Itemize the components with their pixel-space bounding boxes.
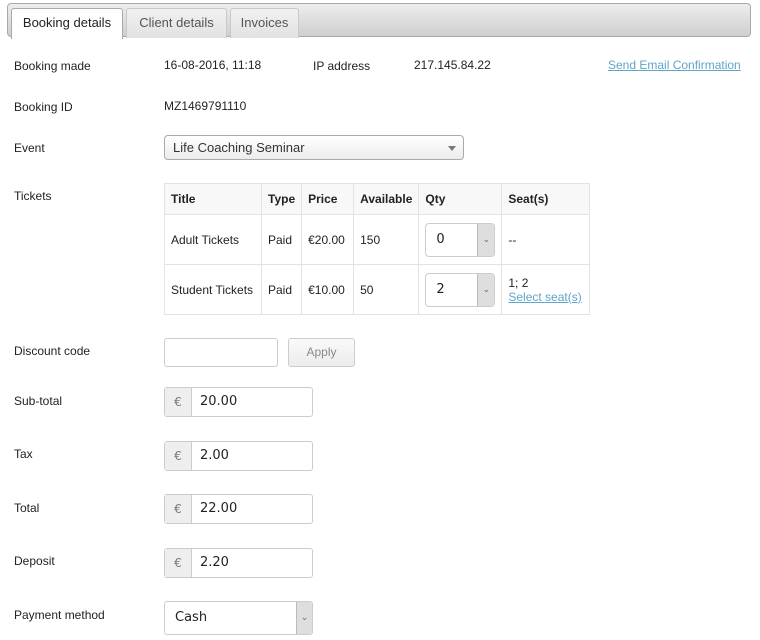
discount-code-label: Discount code [14, 344, 91, 358]
euro-icon: € [165, 549, 192, 577]
subtotal-label: Sub-total [14, 394, 63, 408]
ticket-seats: 1; 2 [508, 275, 529, 290]
column-header-seats: Seat(s) [501, 183, 591, 215]
tickets-table: Title Type Price Available Qty Seat(s) A… [164, 183, 591, 315]
ticket-title: Adult Tickets [164, 214, 262, 265]
apply-button[interactable]: Apply [288, 338, 355, 367]
tax-field[interactable]: € 2.00 [164, 441, 313, 471]
tax-label: Tax [14, 447, 33, 461]
subtotal-value: 20.00 [200, 394, 238, 409]
payment-method-label: Payment method [14, 608, 105, 622]
booking-id-value: MZ1469791110 [164, 99, 247, 113]
ticket-seats: -- [501, 214, 591, 265]
ticket-type: Paid [260, 264, 303, 315]
booking-id-label: Booking ID [14, 100, 73, 114]
euro-icon: € [165, 442, 192, 470]
column-header-type: Type [260, 183, 303, 215]
total-field[interactable]: € 22.00 [164, 494, 313, 524]
subtotal-field[interactable]: € 20.00 [164, 387, 313, 417]
chevron-down-icon[interactable]: ⌄ [477, 223, 495, 256]
tickets-label: Tickets [14, 189, 52, 203]
tickets-header-row: Title Type Price Available Qty Seat(s) [164, 183, 591, 215]
send-email-confirmation-link[interactable]: Send Email Confirmation [608, 58, 741, 72]
column-header-price: Price [301, 183, 355, 215]
column-header-title: Title [164, 183, 262, 215]
ticket-price: €20.00 [301, 214, 355, 265]
payment-method-value: Cash [175, 610, 208, 625]
table-row: Student Tickets Paid €10.00 50 2 ⌄ 1; 2 … [164, 264, 591, 315]
discount-code-input[interactable] [164, 338, 278, 367]
event-label: Event [14, 141, 45, 155]
tab-bar: Booking details Client details Invoices [7, 3, 751, 39]
caret-down-icon [448, 146, 456, 151]
ticket-title: Student Tickets [164, 264, 262, 315]
deposit-value: 2.20 [200, 555, 229, 570]
qty-value: 0 [436, 231, 445, 247]
ip-address-label: IP address [313, 59, 371, 73]
event-select[interactable]: Life Coaching Seminar [164, 135, 464, 160]
chevron-down-icon[interactable]: ⌄ [477, 273, 495, 306]
euro-icon: € [165, 495, 192, 523]
tax-value: 2.00 [200, 448, 229, 463]
total-label: Total [14, 501, 40, 515]
column-header-qty: Qty [418, 183, 503, 215]
tab-invoices[interactable]: Invoices [230, 8, 299, 38]
chevron-down-icon[interactable]: ⌄ [296, 602, 312, 634]
qty-value: 2 [436, 281, 445, 297]
select-seats-link[interactable]: Select seat(s) [508, 290, 583, 304]
ticket-available: 50 [353, 264, 420, 315]
booking-made-value: 16-08-2016, 11:18 [164, 58, 262, 72]
qty-select[interactable]: 0 ⌄ [425, 222, 496, 257]
table-row: Adult Tickets Paid €20.00 150 0 ⌄ -- [164, 214, 591, 265]
ip-address-value: 217.145.84.22 [414, 58, 491, 72]
payment-method-select[interactable]: Cash ⌄ [164, 601, 313, 635]
booking-made-label: Booking made [14, 59, 91, 73]
euro-icon: € [165, 388, 192, 416]
tab-client-details[interactable]: Client details [126, 8, 227, 38]
ticket-available: 150 [353, 214, 420, 265]
deposit-label: Deposit [14, 554, 55, 568]
ticket-price: €10.00 [301, 264, 355, 315]
ticket-type: Paid [260, 214, 303, 265]
tab-booking-details[interactable]: Booking details [11, 8, 123, 39]
total-value: 22.00 [200, 501, 238, 516]
column-header-available: Available [353, 183, 420, 215]
qty-select[interactable]: 2 ⌄ [425, 272, 496, 307]
deposit-field[interactable]: € 2.20 [164, 548, 313, 578]
event-select-value: Life Coaching Seminar [173, 140, 305, 155]
